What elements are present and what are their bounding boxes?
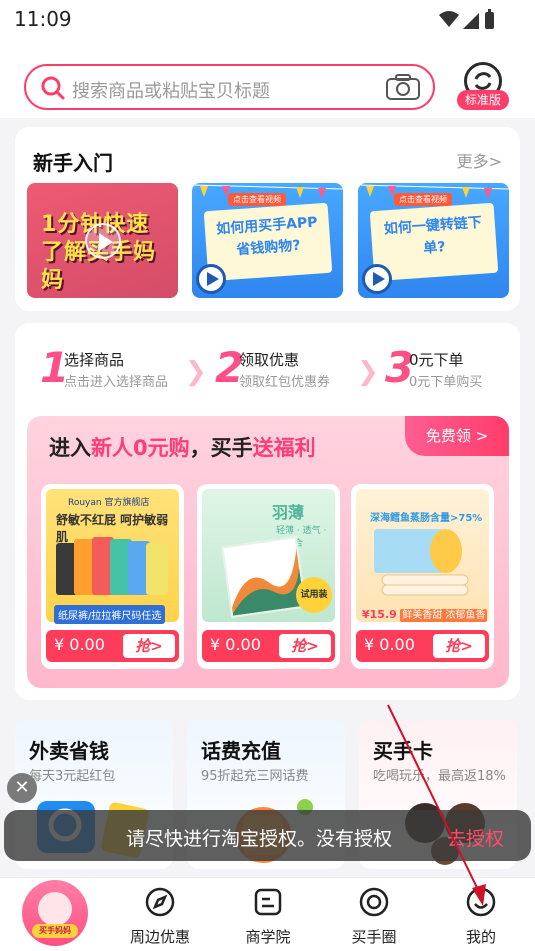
new-user-section: 1 选择商品 点击进入选择商品 ❯ 2 领取优惠 领取红包优惠券 ❯ 3 0元下… (15, 323, 520, 700)
price-bar: ¥ 0.00 抢> (202, 630, 335, 662)
product-price: ¥ 0.00 (364, 635, 415, 654)
step-desc: 0元下单购买 (409, 375, 483, 390)
product-image: 羽薄 轻薄 · 透气 · 超贴合 试用装 (202, 489, 335, 622)
close-icon[interactable]: ✕ (7, 773, 37, 803)
mode-badge: 标准版 (457, 90, 509, 110)
promo-title-highlight: 新人0元购 (91, 436, 190, 460)
product-brand: Rouyan 官方旗舰店 (68, 498, 150, 508)
play-icon (362, 264, 392, 294)
deal-price: ¥15.9 (362, 608, 397, 621)
section-title: 新手入门 (33, 151, 113, 175)
product-image: Rouyan 官方旗舰店 舒敏不红屁 呵护敏弱肌 纸尿裤/拉拉裤尺码任选 (46, 489, 179, 624)
service-desc: 每天3元起红包 (29, 769, 116, 784)
grab-button[interactable]: 抢> (123, 634, 175, 658)
product-label: 鲜美香甜 浓郁鱼香 (400, 609, 488, 622)
product-headline: 深海鳕鱼蒸肠含量>75% (370, 513, 483, 524)
step-desc: 点击进入选择商品 (64, 375, 169, 390)
product-image: 深海鳕鱼蒸肠含量>75% ¥15.9 鲜美香甜 浓郁鱼香 (356, 489, 489, 622)
step-2: 2 领取优惠 领取红包优惠券 (215, 345, 365, 391)
step-title: 领取优惠 (239, 351, 300, 369)
toast-message: 请尽快进行淘宝授权。没有授权 (126, 828, 393, 850)
product-bottom-line: ¥15.9 鲜美香甜 浓郁鱼香 (362, 606, 488, 622)
circle-gear-icon (359, 887, 389, 917)
step-title: 选择商品 (64, 351, 125, 369)
sausage-box-illustration (374, 529, 469, 596)
product-tag: 纸尿裤/拉拉裤尺码任选 (54, 605, 166, 624)
video-title: 如何一键转链下单? (383, 214, 483, 257)
compass-icon (145, 887, 175, 917)
play-icon (85, 223, 121, 259)
product-price: ¥ 0.00 (210, 635, 261, 654)
product-card[interactable]: Rouyan 官方旗舰店 舒敏不红屁 呵护敏弱肌 纸尿裤/拉拉裤尺码任选 ¥ 0… (41, 484, 184, 669)
camera-icon[interactable] (385, 72, 421, 102)
free-claim-button[interactable]: 免费领 > (405, 416, 509, 456)
tab-nearby-deals[interactable]: 周边优惠 (120, 886, 200, 948)
search-placeholder[interactable]: 搜索商品或粘贴宝贝标题 (72, 77, 270, 103)
auth-toast: 请尽快进行淘宝授权。没有授权 去授权 (4, 810, 531, 861)
promo-title: 进入新人0元购，买手送福利 (49, 432, 316, 462)
product-badge: 试用装 (296, 577, 332, 613)
tab-buyer-circle[interactable]: 买手圈 (334, 886, 414, 948)
search-bar[interactable]: 搜索商品或粘贴宝贝标题 (24, 64, 435, 110)
video-title: 如何用买手APP省钱购物? (215, 214, 318, 259)
beginner-section: 新手入门 更多> 1分钟快速了解买手妈妈 点击查看视频 如何用买手APP省钱购物… (15, 127, 520, 311)
price-bar: ¥ 0.00 抢> (356, 630, 489, 662)
step-title: 0元下单 (409, 351, 464, 369)
video-tag: 点击查看视频 (394, 193, 452, 206)
version-switch[interactable]: 标准版 (455, 62, 511, 112)
video-thumbnail-3[interactable]: 点击查看视频 如何一键转链下单? (358, 183, 509, 298)
price-bar: ¥ 0.00 抢> (46, 630, 179, 662)
promo-title-highlight: 送福利 (252, 436, 316, 460)
chevron-right-icon: ❯ (357, 357, 379, 387)
step-3: 3 0元下单 0元下单购买 (385, 345, 515, 391)
promo-title-part: 进入 (49, 436, 91, 460)
avatar (38, 892, 72, 926)
step-1: 1 选择商品 点击进入选择商品 (40, 345, 190, 391)
tab-label: 我的 (465, 928, 496, 946)
product-pack (221, 536, 307, 618)
bottom-tab-bar: 买手妈妈 周边优惠 商学院 买手圈 我的 (0, 877, 535, 951)
grab-button[interactable]: 抢> (433, 634, 485, 658)
play-icon (196, 264, 226, 294)
product-card[interactable]: 羽薄 轻薄 · 透气 · 超贴合 试用装 ¥ 0.00 抢> (197, 484, 340, 669)
service-title: 买手卡 (373, 739, 433, 763)
system-status-icons (439, 9, 494, 29)
service-title: 外卖省钱 (29, 739, 109, 763)
step-desc: 领取红包优惠券 (239, 375, 331, 390)
video-tag: 点击查看视频 (228, 193, 286, 206)
diaper-packs-illustration (56, 537, 168, 595)
service-desc: 95折起充三网话费 (201, 769, 309, 784)
grab-button[interactable]: 抢> (279, 634, 331, 658)
status-bar: 11:09 (0, 0, 535, 40)
tab-label: 周边优惠 (129, 928, 190, 946)
home-tab[interactable]: 买手妈妈 (22, 880, 88, 946)
video-thumbnail-2[interactable]: 点击查看视频 如何用买手APP省钱购物? (192, 183, 343, 298)
profile-icon (466, 887, 496, 917)
tab-profile[interactable]: 我的 (441, 886, 521, 948)
tab-business-school[interactable]: 商学院 (228, 886, 308, 948)
search-icon (41, 76, 65, 100)
home-label: 买手妈妈 (32, 924, 78, 938)
product-headline: 羽薄 (272, 503, 305, 522)
product-card[interactable]: 深海鳕鱼蒸肠含量>75% ¥15.9 鲜美香甜 浓郁鱼香 ¥ 0.00 抢> (351, 484, 494, 669)
school-icon (254, 888, 282, 916)
tab-label: 商学院 (245, 928, 291, 946)
header: 搜索商品或粘贴宝贝标题 标准版 (0, 40, 535, 118)
service-desc: 吃喝玩乐，最高返18% (373, 769, 506, 784)
promo-title-part: ，买手 (189, 436, 253, 460)
product-price: ¥ 0.00 (54, 635, 105, 654)
video-thumbnail-1[interactable]: 1分钟快速了解买手妈妈 (27, 183, 178, 298)
tab-label: 买手圈 (351, 928, 397, 946)
more-link[interactable]: 更多> (457, 148, 502, 172)
authorize-link[interactable]: 去授权 (447, 824, 504, 851)
clock: 11:09 (14, 7, 72, 31)
chevron-right-icon: ❯ (185, 357, 207, 387)
zero-buy-promo[interactable]: 进入新人0元购，买手送福利 免费领 > Rouyan 官方旗舰店 舒敏不红屁 呵… (27, 416, 509, 688)
service-title: 话费充值 (201, 739, 281, 763)
